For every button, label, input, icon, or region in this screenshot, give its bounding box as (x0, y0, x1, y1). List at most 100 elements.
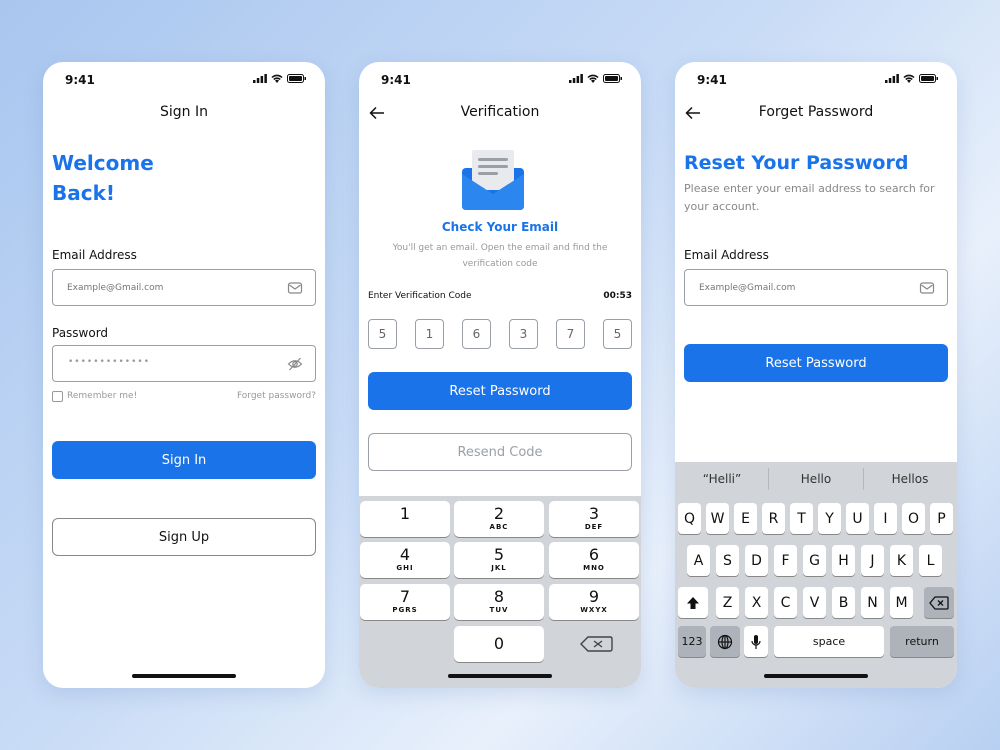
keypad-key-6[interactable]: 6 MNO (549, 542, 639, 578)
password-label: Password (52, 326, 109, 340)
code-digit-box[interactable]: 6 (462, 319, 491, 349)
key-y[interactable]: Y (818, 503, 841, 534)
keypad-key-0[interactable]: 0 (454, 626, 544, 662)
key-m[interactable]: M (890, 587, 913, 618)
eye-off-icon[interactable] (287, 356, 303, 372)
password-field[interactable]: ••••••••••••• (52, 345, 316, 382)
key-digit: 5 (493, 545, 505, 564)
backspace-icon[interactable] (572, 632, 620, 656)
sign-in-button[interactable]: Sign In (52, 441, 316, 479)
email-label: Email Address (52, 248, 137, 262)
key-digit: 0 (493, 634, 505, 653)
microphone-key[interactable] (744, 626, 768, 657)
key-j[interactable]: J (861, 545, 884, 576)
reset-password-button[interactable]: Reset Password (684, 344, 948, 382)
backspace-icon (929, 595, 949, 610)
suggestion-item[interactable]: “Helli” (675, 462, 769, 495)
numeric-keypad: 1 2 ABC 3 DEF 4 GHI 5 JKL 6 MNO 7 PGRS 8 TUV 9W… (359, 496, 641, 688)
email-field-box[interactable] (684, 269, 948, 306)
key-s[interactable]: S (716, 545, 739, 576)
key-g[interactable]: G (803, 545, 826, 576)
signal-icon (253, 74, 267, 83)
envelope-icon (462, 150, 524, 210)
text-keyboard: “Helli” Hello Hellos Q W E R T Y U I O P… (675, 462, 957, 688)
resend-code-button[interactable]: Resend Code (368, 433, 632, 471)
key-letters: ABC (489, 523, 509, 531)
keypad-key-1[interactable]: 1 (360, 501, 450, 537)
key-k[interactable]: K (890, 545, 913, 576)
suggestion-item[interactable]: Hellos (863, 462, 957, 495)
key-digit: 2 (493, 504, 505, 523)
key-c[interactable]: C (774, 587, 797, 618)
key-q[interactable]: Q (678, 503, 701, 534)
status-icons (253, 74, 307, 83)
numbers-key[interactable]: 123 (678, 626, 706, 657)
forget-password-screen: 9:41 Forget Password Reset Your Password… (675, 62, 957, 688)
key-o[interactable]: O (902, 503, 925, 534)
sign-up-button[interactable]: Sign Up (52, 518, 316, 556)
email-field-box[interactable] (52, 269, 316, 306)
verification-screen: 9:41 Verification Check Your Email You'l… (359, 62, 641, 688)
battery-icon (919, 74, 938, 83)
signal-icon (569, 74, 583, 83)
key-digit: 7 (399, 587, 411, 606)
battery-icon (287, 74, 306, 83)
keypad-key-3[interactable]: 3 DEF (549, 501, 639, 537)
keypad-key-7[interactable]: 7 PGRS (360, 584, 450, 620)
email-field[interactable] (699, 280, 899, 296)
code-digit-box[interactable]: 5 (603, 319, 632, 349)
key-n[interactable]: N (861, 587, 884, 618)
key-letters: DEF (584, 523, 604, 531)
microphone-icon (751, 634, 761, 649)
keypad-key-4[interactable]: 4 GHI (360, 542, 450, 578)
shift-key[interactable] (678, 587, 708, 618)
email-field[interactable] (67, 280, 267, 296)
wifi-icon (271, 74, 283, 83)
key-l[interactable]: L (919, 545, 942, 576)
battery-icon (603, 74, 622, 83)
key-digit: 8 (493, 587, 505, 606)
status-time: 9:41 (381, 73, 411, 87)
key-b[interactable]: B (832, 587, 855, 618)
key-f[interactable]: F (774, 545, 797, 576)
key-z[interactable]: Z (716, 587, 739, 618)
key-w[interactable]: W (706, 503, 729, 534)
code-digit-box[interactable]: 5 (368, 319, 397, 349)
remember-checkbox[interactable] (52, 391, 63, 402)
signal-icon (885, 74, 899, 83)
key-u[interactable]: U (846, 503, 869, 534)
key-letters: WXYX (580, 606, 608, 614)
password-value: ••••••••••••• (68, 357, 151, 367)
forget-password-link[interactable]: Forget password? (237, 391, 316, 401)
keypad-key-2[interactable]: 2 ABC (454, 501, 544, 537)
key-t[interactable]: T (790, 503, 813, 534)
key-r[interactable]: R (762, 503, 785, 534)
status-bar: 9:41 (43, 62, 325, 98)
keypad-key-5[interactable]: 5 JKL (454, 542, 544, 578)
delete-key[interactable] (924, 587, 954, 618)
globe-key[interactable] (710, 626, 740, 657)
status-time: 9:41 (697, 73, 727, 87)
code-digit-box[interactable]: 1 (415, 319, 444, 349)
code-digit-box[interactable]: 7 (556, 319, 585, 349)
suggestion-item[interactable]: Hello (769, 462, 863, 495)
key-letters: MNO (583, 564, 605, 572)
check-email-title: Check Your Email (441, 220, 559, 234)
status-bar: 9:41 (675, 62, 957, 98)
key-h[interactable]: H (832, 545, 855, 576)
keypad-key-8[interactable]: 8 TUV (454, 584, 544, 620)
page-title: Forget Password (758, 104, 874, 120)
key-a[interactable]: A (687, 545, 710, 576)
status-icons (569, 74, 623, 83)
return-key[interactable]: return (890, 626, 954, 657)
key-x[interactable]: X (745, 587, 768, 618)
key-v[interactable]: V (803, 587, 826, 618)
keypad-key-9[interactable]: 9 WXYX (549, 584, 639, 620)
reset-password-button[interactable]: Reset Password (368, 372, 632, 410)
key-e[interactable]: E (734, 503, 757, 534)
key-d[interactable]: D (745, 545, 768, 576)
key-i[interactable]: I (874, 503, 897, 534)
key-p[interactable]: P (930, 503, 953, 534)
space-key[interactable]: space (774, 626, 884, 657)
code-digit-box[interactable]: 3 (509, 319, 538, 349)
